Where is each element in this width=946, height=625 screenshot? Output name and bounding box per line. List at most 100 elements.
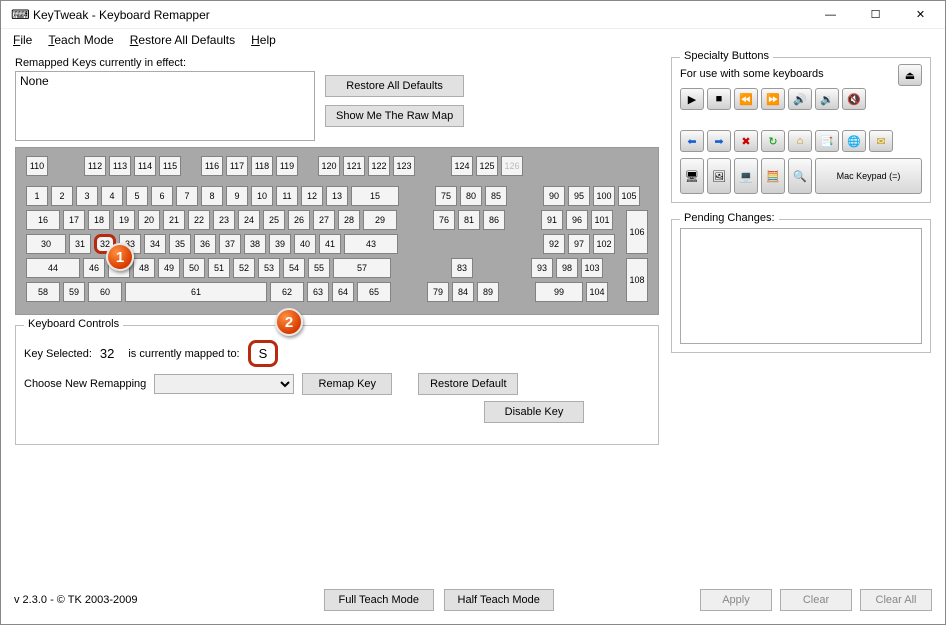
desktop-icon[interactable]: 🖼 — [707, 158, 731, 194]
eject-icon[interactable]: ⏏ — [898, 64, 922, 86]
mute-icon[interactable]: 🔇 — [842, 88, 866, 110]
key-101[interactable]: 101 — [591, 210, 613, 230]
key-38[interactable]: 38 — [244, 234, 266, 254]
key-23[interactable]: 23 — [213, 210, 235, 230]
key-16[interactable]: 16 — [26, 210, 60, 230]
home-icon[interactable]: ⌂ — [788, 130, 812, 152]
menu-file[interactable]: File — [7, 31, 38, 49]
key-48[interactable]: 48 — [133, 258, 155, 278]
key-115[interactable]: 115 — [159, 156, 181, 176]
key-46[interactable]: 46 — [83, 258, 105, 278]
key-50[interactable]: 50 — [183, 258, 205, 278]
show-raw-map-button[interactable]: Show Me The Raw Map — [325, 105, 464, 127]
mail-icon[interactable]: ✉ — [869, 130, 893, 152]
key-81[interactable]: 81 — [458, 210, 480, 230]
key-31[interactable]: 31 — [69, 234, 91, 254]
key-6[interactable]: 6 — [151, 186, 173, 206]
key-124[interactable]: 124 — [451, 156, 473, 176]
key-86[interactable]: 86 — [483, 210, 505, 230]
key-19[interactable]: 19 — [113, 210, 135, 230]
key-15[interactable]: 15 — [351, 186, 399, 206]
minimize-button[interactable]: — — [808, 1, 853, 29]
key-30[interactable]: 30 — [26, 234, 66, 254]
disable-key-button[interactable]: Disable Key — [484, 401, 584, 423]
remap-combo[interactable] — [154, 374, 294, 394]
vol-up-icon[interactable]: 🔊 — [788, 88, 812, 110]
web-icon[interactable]: 🌐 — [842, 130, 866, 152]
key-21[interactable]: 21 — [163, 210, 185, 230]
key-53[interactable]: 53 — [258, 258, 280, 278]
key-57[interactable]: 57 — [333, 258, 391, 278]
full-teach-button[interactable]: Full Teach Mode — [324, 589, 434, 611]
prev-icon[interactable]: ⏪ — [734, 88, 758, 110]
key-4[interactable]: 4 — [101, 186, 123, 206]
key-51[interactable]: 51 — [208, 258, 230, 278]
key-9[interactable]: 9 — [226, 186, 248, 206]
key-52[interactable]: 52 — [233, 258, 255, 278]
mycomputer-icon[interactable]: 🖥 — [680, 158, 704, 194]
key-13[interactable]: 13 — [326, 186, 348, 206]
key-113[interactable]: 113 — [109, 156, 131, 176]
key-18[interactable]: 18 — [88, 210, 110, 230]
key-40[interactable]: 40 — [294, 234, 316, 254]
key-24[interactable]: 24 — [238, 210, 260, 230]
key-39[interactable]: 39 — [269, 234, 291, 254]
key-91[interactable]: 91 — [541, 210, 563, 230]
key-75[interactable]: 75 — [435, 186, 457, 206]
key-3[interactable]: 3 — [76, 186, 98, 206]
calculator-icon[interactable]: 🧮 — [761, 158, 785, 194]
forward-icon[interactable]: ➡ — [707, 130, 731, 152]
key-104[interactable]: 104 — [586, 282, 608, 302]
back-icon[interactable]: ⬅ — [680, 130, 704, 152]
key-76[interactable]: 76 — [433, 210, 455, 230]
key-62[interactable]: 62 — [270, 282, 304, 302]
key-49[interactable]: 49 — [158, 258, 180, 278]
key[interactable]: 108 — [626, 258, 648, 302]
key-95[interactable]: 95 — [568, 186, 590, 206]
key-44[interactable]: 44 — [26, 258, 80, 278]
key-1[interactable]: 1 — [26, 186, 48, 206]
key-126[interactable]: 126 — [501, 156, 523, 176]
remap-key-button[interactable]: Remap Key — [302, 373, 392, 395]
favorites-icon[interactable]: 📑 — [815, 130, 839, 152]
refresh-icon[interactable]: ↻ — [761, 130, 785, 152]
key-2[interactable]: 2 — [51, 186, 73, 206]
key-121[interactable]: 121 — [343, 156, 365, 176]
apply-button[interactable]: Apply — [700, 589, 772, 611]
restore-default-button[interactable]: Restore Default — [418, 373, 518, 395]
stop-icon[interactable]: ■ — [707, 88, 731, 110]
key-103[interactable]: 103 — [581, 258, 603, 278]
key-120[interactable]: 120 — [318, 156, 340, 176]
half-teach-button[interactable]: Half Teach Mode — [444, 589, 554, 611]
mac-keypad-button[interactable]: Mac Keypad (=) — [815, 158, 922, 194]
menu-restore[interactable]: Restore All Defaults — [124, 31, 241, 49]
key-105[interactable]: 105 — [618, 186, 640, 206]
key-8[interactable]: 8 — [201, 186, 223, 206]
key-36[interactable]: 36 — [194, 234, 216, 254]
key-55[interactable]: 55 — [308, 258, 330, 278]
key-58[interactable]: 58 — [26, 282, 60, 302]
vol-down-icon[interactable]: 🔉 — [815, 88, 839, 110]
key-117[interactable]: 117 — [226, 156, 248, 176]
clear-button[interactable]: Clear — [780, 589, 852, 611]
key-54[interactable]: 54 — [283, 258, 305, 278]
key-85[interactable]: 85 — [485, 186, 507, 206]
key-43[interactable]: 43 — [344, 234, 398, 254]
key-29[interactable]: 29 — [363, 210, 397, 230]
key-93[interactable]: 93 — [531, 258, 553, 278]
menu-teach[interactable]: Teach Mode — [42, 31, 119, 49]
key-20[interactable]: 20 — [138, 210, 160, 230]
key-60[interactable]: 60 — [88, 282, 122, 302]
key-100[interactable]: 100 — [593, 186, 615, 206]
key-90[interactable]: 90 — [543, 186, 565, 206]
key-26[interactable]: 26 — [288, 210, 310, 230]
key-17[interactable]: 17 — [63, 210, 85, 230]
key-61[interactable]: 61 — [125, 282, 267, 302]
key-123[interactable]: 123 — [393, 156, 415, 176]
key-110[interactable]: 110 — [26, 156, 48, 176]
key-34[interactable]: 34 — [144, 234, 166, 254]
key-41[interactable]: 41 — [319, 234, 341, 254]
monitor-icon[interactable]: 💻 — [734, 158, 758, 194]
key-27[interactable]: 27 — [313, 210, 335, 230]
key-116[interactable]: 116 — [201, 156, 223, 176]
